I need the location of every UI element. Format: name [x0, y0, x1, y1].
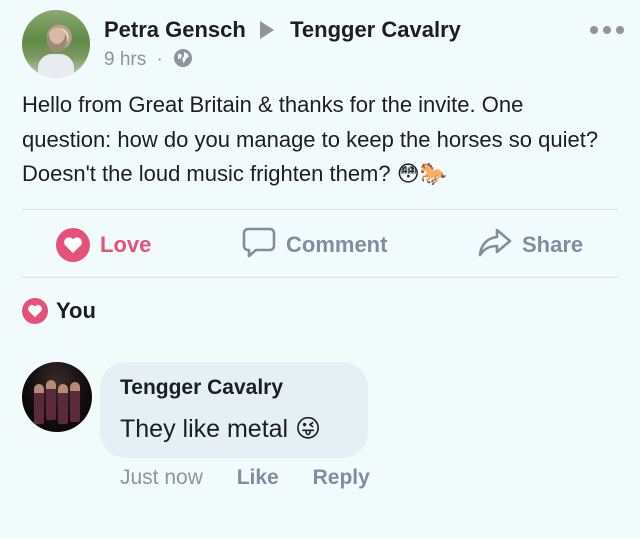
avatar-shirt	[38, 54, 74, 78]
reactions-label: You	[56, 298, 96, 323]
post-body: Hello from Great Britain & thanks for th…	[22, 92, 599, 186]
post-card: Petra Gensch Tengger Cavalry 9 hrs · Hel…	[0, 0, 640, 538]
author-name[interactable]: Petra Gensch	[104, 17, 246, 42]
comment-label: Comment	[286, 232, 388, 257]
heart-icon	[22, 298, 48, 324]
comment-text: They like metal 😜	[120, 415, 322, 443]
author-avatar[interactable]	[22, 10, 90, 78]
love-button[interactable]: Love	[56, 226, 151, 264]
comment-author[interactable]: Tengger Cavalry	[120, 376, 283, 400]
target-page-name[interactable]: Tengger Cavalry	[290, 17, 461, 42]
share-label: Share	[522, 232, 584, 257]
divider-bottom	[22, 277, 618, 278]
love-label: Love	[100, 232, 152, 257]
comment-bubble-icon	[242, 226, 276, 264]
comment-button[interactable]: Comment	[242, 226, 387, 264]
meta-separator: ·	[156, 49, 163, 70]
share-arrow-icon	[478, 227, 512, 263]
comment-bubble: Tengger Cavalry They like metal 😜	[100, 362, 368, 458]
more-options-icon[interactable]	[590, 24, 624, 36]
share-button[interactable]: Share	[478, 226, 583, 264]
avatar-figure	[58, 384, 68, 424]
avatar-figure	[70, 382, 80, 422]
avatar-figure	[46, 380, 56, 420]
heart-icon	[56, 228, 90, 262]
commenter-avatar[interactable]	[22, 362, 92, 432]
comment-reply-button[interactable]: Reply	[313, 466, 370, 489]
post-header: Petra Gensch Tengger Cavalry	[104, 17, 461, 43]
arrow-right-icon	[259, 21, 274, 39]
post-timestamp[interactable]: 9 hrs	[104, 49, 146, 70]
comment-like-button[interactable]: Like	[237, 466, 279, 489]
comment-actions: Just now Like Reply	[120, 466, 398, 490]
avatar-head	[47, 28, 67, 52]
reactions-summary[interactable]: You	[22, 298, 96, 324]
avatar-figure	[34, 384, 44, 424]
comment-time[interactable]: Just now	[120, 466, 203, 489]
post-meta: 9 hrs ·	[104, 48, 193, 74]
divider-top	[22, 209, 618, 210]
globe-icon[interactable]	[173, 48, 193, 74]
